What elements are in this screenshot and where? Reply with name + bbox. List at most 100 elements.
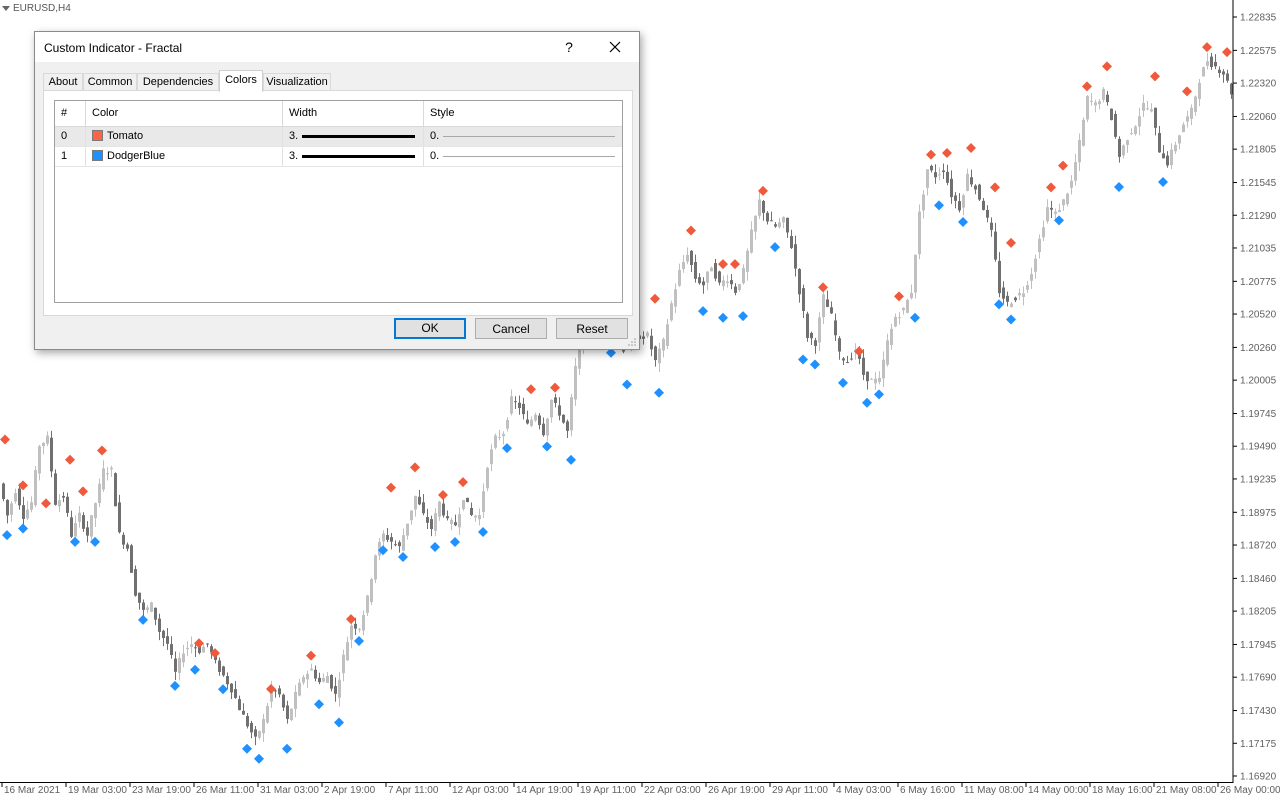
price-tick-label: 1.17430: [1240, 706, 1277, 717]
candle-body: [126, 544, 129, 549]
candle-body: [194, 647, 197, 649]
tab-common[interactable]: Common: [83, 73, 137, 91]
candle-body: [558, 405, 561, 416]
candle-body: [98, 483, 101, 504]
candle-body: [918, 211, 921, 255]
dialog-titlebar[interactable]: Custom Indicator - Fractal ?: [35, 32, 639, 62]
header-width[interactable]: Width: [283, 101, 424, 126]
candle-body: [954, 195, 957, 201]
candle-body: [886, 340, 889, 365]
candle-body: [1046, 207, 1049, 222]
time-tick-label: 26 Apr 19:00: [708, 785, 765, 796]
color-name: Tomato: [107, 130, 144, 142]
candle-body: [26, 509, 29, 519]
fractal-down-marker: [218, 684, 228, 695]
fractal-down-marker: [698, 306, 708, 317]
resize-grip-icon[interactable]: [627, 337, 637, 347]
candle-body: [18, 488, 21, 506]
candle-body: [1218, 69, 1221, 74]
tab-visualization[interactable]: Visualization: [263, 73, 331, 91]
candle-body: [786, 217, 789, 233]
style-cell[interactable]: 0.: [424, 127, 622, 146]
candle-body: [1194, 96, 1197, 112]
fractal-down-marker: [242, 743, 252, 754]
candle-body: [174, 658, 177, 672]
color-cell[interactable]: Tomato: [86, 127, 283, 146]
width-preview-line: [302, 155, 415, 158]
fractal-up-marker: [1058, 160, 1068, 171]
candle-body: [1054, 211, 1057, 214]
fractal-down-marker: [1006, 314, 1016, 325]
candle-body: [454, 522, 457, 526]
symbol-label[interactable]: EURUSD,H4: [2, 3, 71, 14]
candle-body: [838, 338, 841, 352]
color-cell[interactable]: DodgerBlue: [86, 147, 283, 166]
candle-body: [418, 496, 421, 505]
reset-button[interactable]: Reset: [556, 318, 628, 339]
fractal-down-marker: [566, 454, 576, 465]
ok-button[interactable]: OK: [394, 318, 466, 339]
fractal-down-marker: [334, 717, 344, 728]
tab-dependencies[interactable]: Dependencies: [137, 73, 219, 91]
cancel-button[interactable]: Cancel: [475, 318, 547, 339]
price-tick-label: 1.18460: [1240, 574, 1277, 585]
row-index: 0: [55, 127, 86, 146]
candle-body: [94, 503, 97, 519]
fractal-up-marker: [730, 259, 740, 270]
candle-body: [110, 467, 113, 470]
candle-body: [986, 209, 989, 218]
header-style[interactable]: Style: [424, 101, 622, 126]
candle-body: [342, 654, 345, 674]
help-button[interactable]: ?: [559, 36, 579, 58]
candle-body: [154, 607, 157, 620]
candle-body: [274, 690, 277, 692]
fractal-down-marker: [838, 377, 848, 388]
candle-body: [866, 371, 869, 382]
width-preview-line: [302, 135, 415, 138]
width-cell[interactable]: 3.: [283, 147, 424, 166]
candle-body: [30, 502, 33, 510]
style-cell[interactable]: 0.: [424, 147, 622, 166]
candle-body: [1182, 124, 1185, 133]
table-row[interactable]: 1 DodgerBlue 3. 0.: [55, 147, 622, 167]
time-tick-label: 23 Mar 19:00: [132, 785, 191, 796]
candle-body: [774, 224, 777, 227]
candle-body: [930, 165, 933, 171]
candle-body: [734, 286, 737, 293]
candle-body: [1094, 102, 1097, 106]
candle-body: [314, 669, 317, 679]
candle-body: [234, 689, 237, 698]
candle-body: [54, 473, 57, 505]
width-cell[interactable]: 3.: [283, 127, 424, 146]
fractal-up-marker: [526, 384, 536, 395]
header-index[interactable]: #: [55, 101, 86, 126]
price-tick-label: 1.19235: [1240, 474, 1277, 485]
candle-body: [1014, 297, 1017, 301]
candle-body: [762, 200, 765, 213]
close-button[interactable]: [601, 35, 629, 59]
tab-about[interactable]: About: [43, 73, 83, 91]
candle-body: [478, 515, 481, 520]
candle-body: [562, 414, 565, 423]
candle-body: [118, 502, 121, 533]
candle-body: [366, 595, 369, 613]
candle-body: [1130, 133, 1133, 135]
candle-body: [330, 674, 333, 689]
candle-body: [1126, 140, 1129, 145]
candle-body: [1202, 67, 1205, 77]
candle-body: [294, 691, 297, 709]
candle-body: [646, 332, 649, 337]
candle-body: [1074, 162, 1077, 181]
tab-colors[interactable]: Colors: [219, 70, 263, 92]
fractal-down-marker: [282, 743, 292, 754]
price-tick-label: 1.16920: [1240, 772, 1277, 783]
candle-body: [1102, 88, 1105, 100]
header-color[interactable]: Color: [86, 101, 283, 126]
candle-body: [706, 271, 709, 283]
symbol-dropdown-icon: [2, 5, 10, 11]
candle-body: [690, 250, 693, 266]
fractal-down-marker: [770, 242, 780, 253]
table-row[interactable]: 0 Tomato 3. 0.: [55, 127, 622, 147]
time-tick-label: 14 May 00:00: [1028, 785, 1089, 796]
candle-body: [1050, 207, 1053, 210]
